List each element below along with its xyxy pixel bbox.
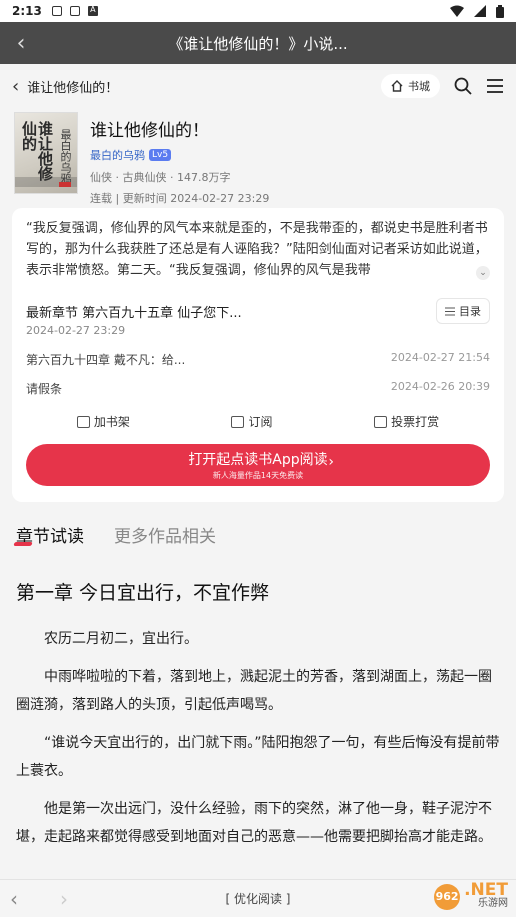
app-notification-icon: A	[87, 6, 98, 16]
hamburger-menu-icon	[487, 79, 503, 93]
reading-content: 第一章 今日宜出行，不宜作弊 农历二月初二，宜出行。 中雨哗啦啦的下着，落到地上…	[0, 578, 516, 851]
list-icon	[445, 307, 455, 315]
search-icon	[454, 77, 472, 95]
book-cover[interactable]: 谁让他修仙的 最白的乌鸦	[14, 112, 78, 194]
chevron-right-icon: ›	[328, 454, 334, 470]
toc-label: 目录	[459, 305, 481, 318]
content-tabs: 章节试读 更多作品相关	[0, 502, 516, 558]
subscribe-label: 订阅	[248, 415, 273, 429]
vote-reward-label: 投票打赏	[391, 415, 440, 429]
chapter-paragraph: 他是第一次出远门，没什么经验，雨下的突然，淋了他一身，鞋子泥泞不堪，走起路来都觉…	[16, 801, 492, 845]
chapter-list-item[interactable]: 请假条 2024-02-26 20:39	[26, 380, 490, 397]
battery-icon	[496, 4, 504, 18]
book-detail-card: “我反复强调，修仙界的风气本来就是歪的，不是我带歪的，都说史书是胜利者书写的，那…	[12, 208, 504, 502]
book-intro[interactable]: “我反复强调，修仙界的风气本来就是歪的，不是我带歪的，都说史书是胜利者书写的，那…	[26, 218, 490, 282]
chapter-paragraph: 中雨哗啦啦的下着，落到地上，溅起泥土的芳香，落到湖面上，荡起一圈圈涟漪，落到路人…	[16, 669, 492, 713]
page-header: ‹ 谁让他修仙的！ 书城	[0, 66, 516, 106]
wifi-icon	[450, 5, 464, 17]
cover-publisher-mark	[59, 182, 71, 187]
chapter-paragraph: “谁说今天宜出行的，出门就下雨。”陆阳抱怨了一句，有些后悔没有提前带上蓑衣。	[16, 735, 500, 779]
watermark-logo: 962	[434, 884, 461, 910]
chapter-name: 请假条	[26, 382, 63, 396]
ticket-icon	[374, 415, 388, 428]
chapter-list-item[interactable]: 第六百九十四章 戴不凡：给... 2024-02-27 21:54	[26, 351, 490, 368]
chapter-paragraph: 农历二月初二，宜出行。	[44, 631, 198, 647]
latest-chapter-link[interactable]: 最新章节 第六百九十五章 仙子您下...	[26, 302, 242, 321]
bookstore-label: 书城	[408, 80, 430, 93]
expand-chevron-icon[interactable]: ⌄	[476, 266, 490, 280]
open-in-app-button[interactable]: 打开起点读书App阅读 新人海量作品14天免费读 ›	[26, 444, 490, 486]
author-level-badge: Lv5	[149, 149, 172, 161]
open-app-label: 打开起点读书App阅读	[188, 452, 328, 468]
browser-forward-nav-button[interactable]: ›	[60, 887, 110, 911]
status-bar: 2:13 A	[0, 0, 516, 22]
tab-chapter-trial[interactable]: 章节试读	[16, 522, 84, 558]
book-meta: 仙侠 · 古典仙侠 · 147.8万字	[90, 171, 231, 184]
book-title: 谁让他修仙的！	[90, 121, 209, 141]
cover-author-art: 最白的乌鸦	[59, 129, 72, 184]
site-watermark: 962 .NET 乐游网	[434, 882, 508, 911]
search-button[interactable]	[454, 77, 472, 95]
browser-toolbar: ‹ 《谁让他修仙的！》小说...	[0, 22, 516, 64]
status-time: 2:13	[12, 4, 42, 18]
vote-reward-button[interactable]: 投票打赏	[374, 413, 439, 430]
chapter-title: 第一章 今日宜出行，不宜作弊	[16, 582, 270, 604]
page-title: 谁让他修仙的！	[27, 80, 119, 96]
author-link[interactable]: 最白的乌鸦	[90, 147, 145, 163]
menu-button[interactable]	[486, 78, 504, 94]
browser-title: 《谁让他修仙的！》小说...	[168, 34, 348, 53]
chapter-date: 2024-02-27 21:54	[390, 351, 490, 364]
open-app-sublabel: 新人海量作品14天免费读	[212, 471, 304, 480]
notification-icon	[51, 6, 62, 16]
home-icon	[391, 80, 403, 92]
bookshelf-icon	[76, 415, 90, 428]
book-update-status: 连载 | 更新时间 2024-02-27 23:29	[90, 192, 270, 205]
latest-chapter-date: 2024-02-27 23:29	[26, 324, 126, 337]
chapter-name: 第六百九十四章 戴不凡：给...	[26, 353, 186, 367]
download-icon	[231, 415, 245, 428]
bookstore-button[interactable]: 书城	[381, 74, 440, 98]
add-to-shelf-button[interactable]: 加书架	[76, 413, 130, 430]
add-to-shelf-label: 加书架	[93, 415, 130, 429]
browser-back-button[interactable]: ‹	[0, 31, 42, 56]
book-info: 谁让他修仙的 最白的乌鸦 谁让他修仙的！ 最白的乌鸦 Lv5 仙侠 · 古典仙侠…	[0, 106, 516, 205]
notification-icon	[69, 6, 80, 16]
book-intro-text: “我反复强调，修仙界的风气本来就是歪的，不是我带歪的，都说史书是胜利者书写的，那…	[26, 221, 488, 278]
subscribe-button[interactable]: 订阅	[231, 413, 272, 430]
chapter-date: 2024-02-26 20:39	[390, 380, 490, 393]
browser-back-nav-button[interactable]: ‹	[10, 887, 60, 911]
table-of-contents-button[interactable]: 目录	[436, 298, 490, 324]
signal-icon	[474, 5, 486, 17]
tab-more-works[interactable]: 更多作品相关	[114, 522, 216, 558]
back-button[interactable]: ‹	[12, 76, 19, 97]
